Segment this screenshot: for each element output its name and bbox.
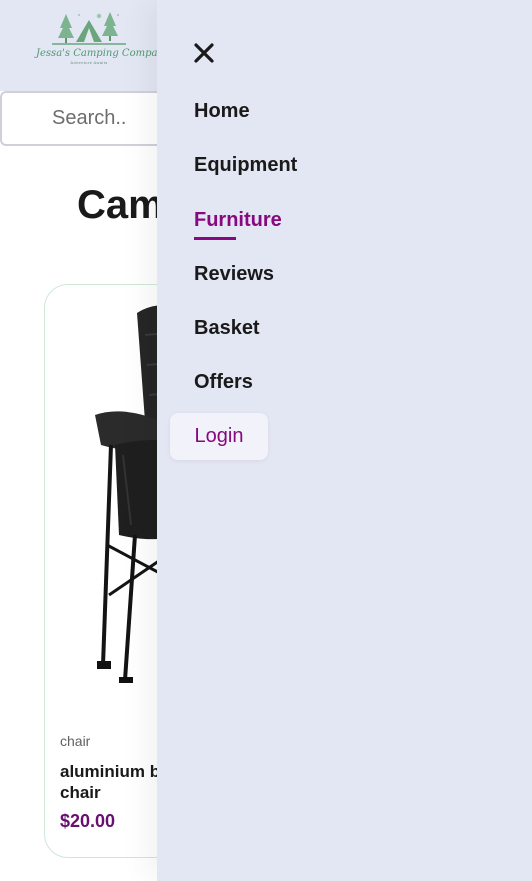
nav-item-equipment[interactable]: Equipment (194, 154, 297, 177)
logo-tagline: Adventure Awaits (70, 60, 108, 65)
nav-item-furniture[interactable]: Furniture (194, 209, 282, 240)
nav-item-reviews[interactable]: Reviews (194, 263, 274, 286)
product-price: $20.00 (60, 811, 116, 831)
login-button[interactable]: Login (170, 413, 268, 460)
nav-item-home[interactable]: Home (194, 100, 250, 123)
side-nav-menu: Home Equipment Furniture Reviews Basket … (157, 0, 532, 881)
logo-brand-text: Jessa's Camping Company (36, 48, 170, 59)
nav-item-basket[interactable]: Basket (194, 317, 260, 340)
nav-item-offers[interactable]: Offers (194, 371, 253, 394)
close-icon (194, 43, 214, 63)
close-menu-button[interactable] (193, 42, 215, 64)
product-category: chair (60, 733, 91, 749)
site-logo[interactable]: Jessa's Camping Company Adventure Awaits (36, 10, 170, 76)
tent-trees-icon (52, 12, 126, 45)
